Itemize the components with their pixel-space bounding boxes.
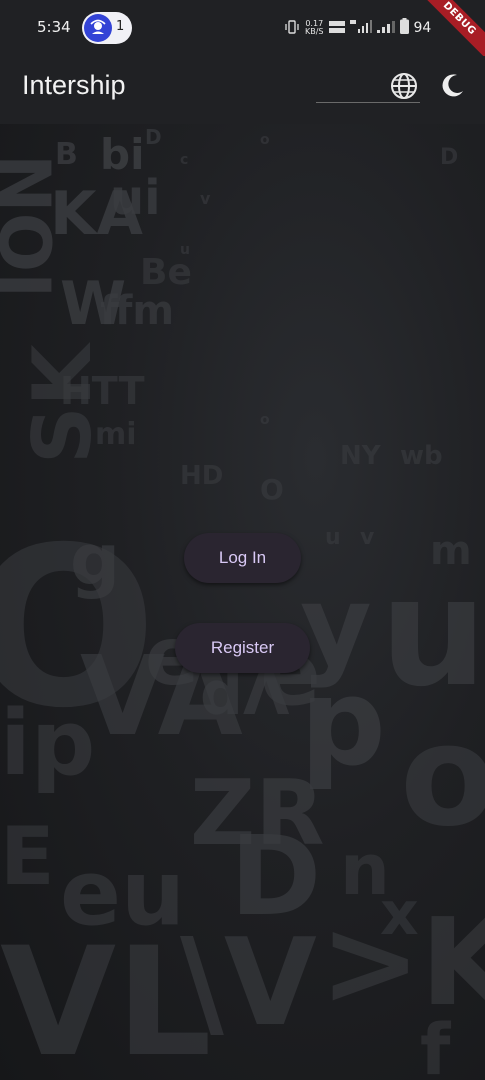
svg-text:HTT: HTT <box>60 369 145 413</box>
svg-text:ui: ui <box>110 170 161 226</box>
app-title: Intership <box>22 70 126 100</box>
svg-text:u: u <box>180 242 190 258</box>
battery-level: 94 <box>413 20 432 36</box>
battery-icon <box>399 18 409 38</box>
svg-text:>K: >K <box>320 894 485 1033</box>
svg-text:c: c <box>180 152 188 168</box>
svg-text:Be: Be <box>140 252 192 293</box>
svg-text:B: B <box>55 137 78 172</box>
hotspot-count: 1 <box>116 19 125 34</box>
svg-text:u: u <box>325 525 341 550</box>
volte-icon <box>328 19 345 38</box>
hotspot-icon <box>84 14 112 42</box>
svg-text:HD: HD <box>180 461 223 491</box>
background-image: NOI B bi D KA ui W ffm Be SK HTT mi O g … <box>0 124 485 1080</box>
language-selector[interactable] <box>316 64 420 103</box>
signal-5g-icon <box>349 19 372 38</box>
svg-text:v: v <box>360 525 375 550</box>
login-button[interactable]: Log In <box>184 533 301 583</box>
svg-text:f: f <box>420 1009 452 1080</box>
hotspot-indicator[interactable]: 1 <box>82 12 132 44</box>
svg-text:v: v <box>200 189 211 208</box>
status-icons: 0.17 KB/S 94 <box>284 16 431 40</box>
svg-text:E: E <box>0 810 55 903</box>
register-button[interactable]: Register <box>175 623 310 673</box>
vibrate-icon <box>284 19 300 38</box>
theme-toggle-button[interactable] <box>440 72 466 98</box>
svg-text:mi: mi <box>95 417 137 452</box>
app-bar: Intership <box>0 56 485 124</box>
net-speed-unit: KB/S <box>305 27 324 36</box>
svg-text:o: o <box>260 132 270 148</box>
svg-text:wb: wb <box>400 441 443 471</box>
app-screen: 5:34 1 0.17 KB/S 94 DEBUG Intership NOI … <box>0 0 485 1080</box>
status-time: 5:34 <box>37 18 71 36</box>
svg-text:ffm: ffm <box>100 288 174 334</box>
svg-text:m: m <box>430 528 472 574</box>
svg-text:O: O <box>260 473 284 506</box>
svg-text:\V: \V <box>180 914 317 1053</box>
svg-text:D: D <box>440 145 458 170</box>
svg-text:o: o <box>260 412 270 428</box>
status-bar: 5:34 1 0.17 KB/S 94 DEBUG <box>0 0 485 68</box>
net-speed: 0.17 KB/S <box>305 20 324 36</box>
svg-text:D: D <box>145 125 162 149</box>
signal-icon <box>376 19 395 38</box>
background-typography: NOI B bi D KA ui W ffm Be SK HTT mi O g … <box>0 125 485 1080</box>
svg-text:g: g <box>70 519 120 601</box>
moon-icon <box>440 74 466 102</box>
svg-text:NY: NY <box>340 441 382 471</box>
svg-text:o: o <box>400 695 485 858</box>
